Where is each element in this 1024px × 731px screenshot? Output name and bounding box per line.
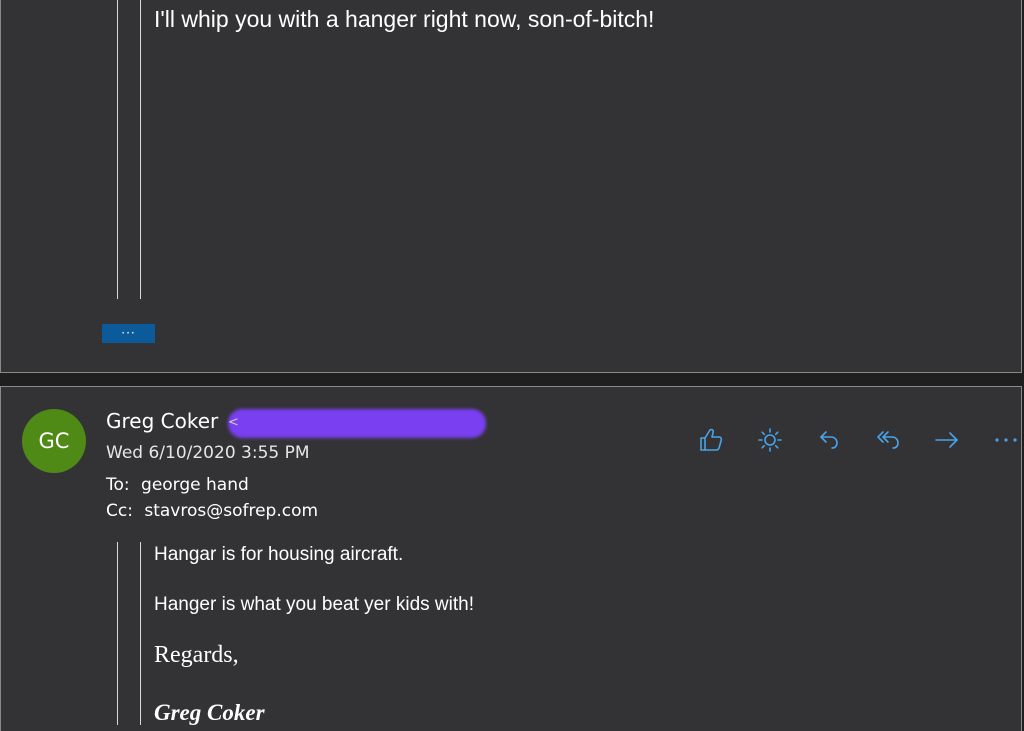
to-label: To:: [106, 475, 130, 495]
reply-button[interactable]: [813, 424, 845, 456]
like-button[interactable]: [695, 424, 727, 456]
quote-line-inner: [140, 0, 141, 299]
like-icon: [700, 428, 723, 451]
body-line-1: Hangar is for housing aircraft.: [154, 544, 404, 565]
forward-icon: [935, 432, 958, 448]
more-icon: [995, 438, 1017, 442]
show-more-button[interactable]: ···: [102, 324, 155, 343]
sun-button[interactable]: [754, 424, 786, 456]
more-actions-button[interactable]: [990, 424, 1022, 456]
cc-label: Cc:: [106, 501, 133, 521]
avatar[interactable]: GC: [22, 409, 86, 473]
regards-text: Regards,: [154, 642, 239, 668]
sender-name[interactable]: Greg Coker: [106, 409, 218, 433]
body-line-2: Hanger is what you beat yer kids with!: [154, 594, 474, 615]
sent-date: Wed 6/10/2020 3:55 PM: [106, 443, 310, 463]
to-row: To: george hand: [106, 475, 249, 495]
reply-all-button[interactable]: [872, 424, 904, 456]
body-quote-line-outer: [117, 542, 118, 725]
cc-row: Cc: stavros@sofrep.com: [106, 501, 318, 521]
signature-name: Greg Coker: [154, 700, 265, 725]
previous-message-card: [0, 0, 1022, 373]
to-recipient[interactable]: george hand: [141, 475, 249, 495]
reply-icon: [820, 431, 838, 449]
quoted-text: I'll whip you with a hanger right now, s…: [154, 6, 655, 32]
sender-email-bracket: <: [228, 415, 239, 430]
sender-email-redaction: [228, 409, 486, 438]
cc-recipient[interactable]: stavros@sofrep.com: [144, 501, 318, 521]
sun-icon: [758, 428, 782, 452]
reply-all-icon: [877, 431, 899, 449]
quote-line-outer: [117, 0, 118, 299]
forward-button[interactable]: [931, 424, 963, 456]
body-quote-line-inner: [140, 542, 141, 725]
